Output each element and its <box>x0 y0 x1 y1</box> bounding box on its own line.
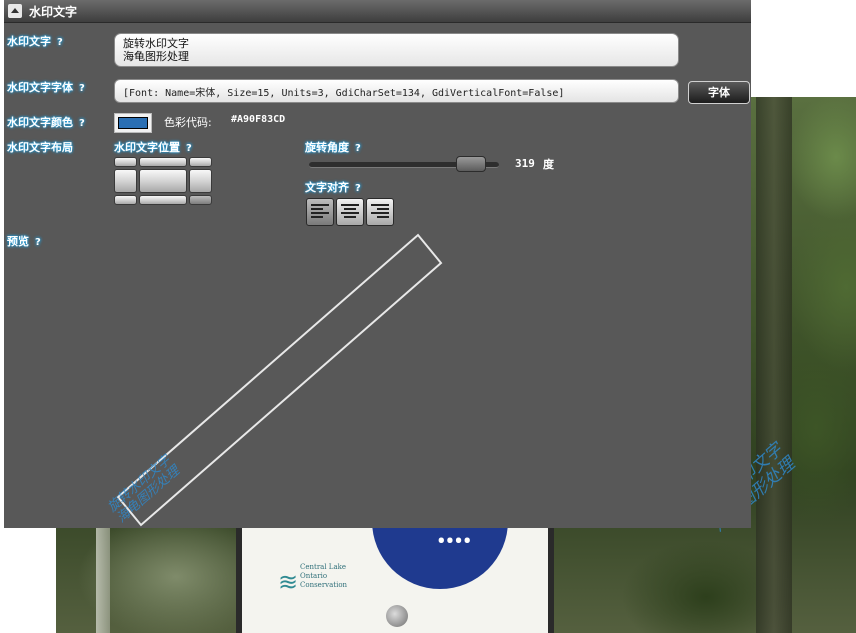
sign-bolt <box>386 605 408 627</box>
birch-trunk <box>96 517 110 633</box>
trail-sign: ≋ Central Lake Ontario Conservation ᠁ <box>236 513 554 633</box>
tree-trunk <box>756 97 792 633</box>
watermark-panel: 水印文字 水印文字? 旋转水印文字 海龟图形处理 水印文字字体? [Font: … <box>4 0 751 528</box>
preview-outline <box>116 233 443 527</box>
sign-text: Central Lake Ontario Conservation <box>300 563 348 589</box>
hiker-icon: ᠁ <box>430 523 470 563</box>
conservation-logo-icon: ≋ <box>278 568 299 596</box>
